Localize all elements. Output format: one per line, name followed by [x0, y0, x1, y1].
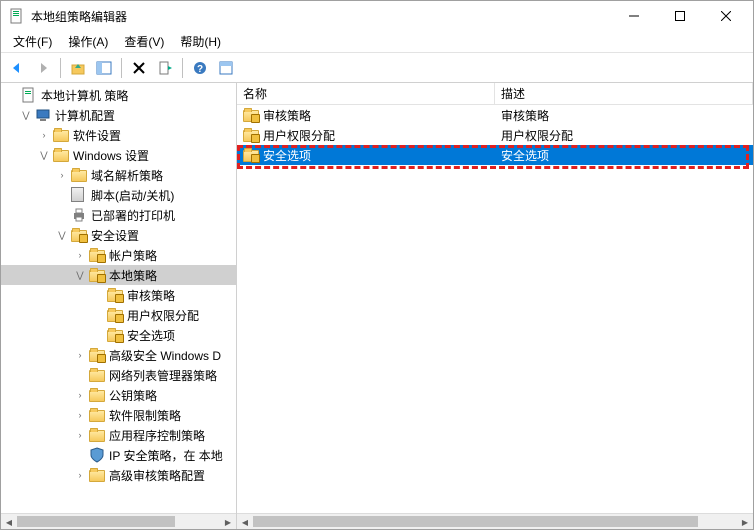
folder-icon — [89, 430, 105, 442]
list-row[interactable]: 用户权限分配 用户权限分配 — [237, 125, 753, 145]
folder-lock-icon — [107, 330, 123, 342]
tree-user-rights[interactable]: 用户权限分配 — [1, 305, 236, 325]
folder-icon — [89, 390, 105, 402]
folder-icon — [53, 150, 69, 162]
menu-help[interactable]: 帮助(H) — [172, 31, 229, 52]
folder-icon — [89, 370, 105, 382]
tree-ip-security[interactable]: IP 安全策略，在 本地 — [1, 445, 236, 465]
toolbar-separator — [60, 58, 61, 78]
maximize-button[interactable] — [657, 1, 703, 31]
menu-action[interactable]: 操作(A) — [60, 31, 116, 52]
tree-security-options[interactable]: 安全选项 — [1, 325, 236, 345]
folder-icon — [71, 170, 87, 182]
folder-lock-icon — [243, 110, 259, 122]
app-icon — [9, 8, 25, 24]
folder-lock-icon — [243, 150, 259, 162]
export-list-button[interactable] — [153, 56, 177, 80]
list-horizontal-scrollbar[interactable]: ◀ ▶ — [237, 513, 753, 529]
menubar: 文件(F) 操作(A) 查看(V) 帮助(H) — [1, 31, 753, 53]
window-title: 本地组策略编辑器 — [31, 8, 611, 25]
folder-lock-icon — [71, 230, 87, 242]
tree-software-settings[interactable]: ›软件设置 — [1, 125, 236, 145]
tree-name-resolution[interactable]: ›域名解析策略 — [1, 165, 236, 185]
minimize-button[interactable] — [611, 1, 657, 31]
shield-icon — [89, 447, 105, 463]
expand-icon[interactable]: › — [73, 428, 87, 442]
content-area: 本地计算机 策略 ⋁计算机配置 ›软件设置 ⋁Windows 设置 ›域名解析策… — [1, 83, 753, 529]
list-row[interactable]: 安全选项 安全选项 — [237, 145, 753, 165]
tree-horizontal-scrollbar[interactable]: ◀ ▶ — [1, 513, 236, 529]
expand-icon[interactable]: › — [73, 248, 87, 262]
list-body: 审核策略 审核策略 用户权限分配 用户权限分配 安全选项 安全选项 — [237, 105, 753, 165]
tree-computer-config[interactable]: ⋁计算机配置 — [1, 105, 236, 125]
up-button[interactable] — [66, 56, 90, 80]
folder-icon — [89, 470, 105, 482]
list-row[interactable]: 审核策略 审核策略 — [237, 105, 753, 125]
close-button[interactable] — [703, 1, 749, 31]
list-panel: 名称 描述 审核策略 审核策略 用户权限分配 用户权限分配 安全选项 安全选项 … — [237, 83, 753, 529]
menu-view[interactable]: 查看(V) — [116, 31, 172, 52]
tree-deployed-printers[interactable]: 已部署的打印机 — [1, 205, 236, 225]
collapse-icon[interactable]: ⋁ — [55, 228, 69, 242]
svg-text:?: ? — [197, 64, 203, 75]
titlebar: 本地组策略编辑器 — [1, 1, 753, 31]
column-description-header[interactable]: 描述 — [495, 83, 753, 104]
expand-icon[interactable]: › — [55, 168, 69, 182]
expand-icon[interactable]: › — [73, 348, 87, 362]
expand-icon[interactable]: › — [37, 128, 51, 142]
scroll-left-icon[interactable]: ◀ — [1, 514, 17, 529]
expand-icon[interactable]: › — [73, 408, 87, 422]
tree-advanced-windows[interactable]: ›高级安全 Windows D — [1, 345, 236, 365]
back-button[interactable] — [5, 56, 29, 80]
expand-icon[interactable]: › — [73, 468, 87, 482]
tree-account-policies[interactable]: ›帐户策略 — [1, 245, 236, 265]
collapse-icon[interactable]: ⋁ — [37, 148, 51, 162]
folder-lock-icon — [107, 290, 123, 302]
column-name-header[interactable]: 名称 — [237, 83, 495, 104]
folder-icon — [53, 130, 69, 142]
tree-network-list-mgr[interactable]: 网络列表管理器策略 — [1, 365, 236, 385]
folder-lock-icon — [89, 270, 105, 282]
folder-lock-icon — [243, 130, 259, 142]
collapse-icon[interactable]: ⋁ — [19, 108, 33, 122]
tree-software-restriction[interactable]: ›软件限制策略 — [1, 405, 236, 425]
scroll-right-icon[interactable]: ▶ — [737, 514, 753, 529]
scroll-left-icon[interactable]: ◀ — [237, 514, 253, 529]
folder-lock-icon — [89, 350, 105, 362]
forward-button[interactable] — [31, 56, 55, 80]
list-header: 名称 描述 — [237, 83, 753, 105]
menu-file[interactable]: 文件(F) — [5, 31, 60, 52]
scroll-right-icon[interactable]: ▶ — [220, 514, 236, 529]
policy-icon — [21, 87, 37, 103]
tree-scripts[interactable]: 脚本(启动/关机) — [1, 185, 236, 205]
script-icon — [71, 187, 87, 203]
toolbar-separator — [182, 58, 183, 78]
delete-button[interactable] — [127, 56, 151, 80]
tree-security-settings[interactable]: ⋁安全设置 — [1, 225, 236, 245]
properties-button[interactable] — [214, 56, 238, 80]
toolbar: ? — [1, 53, 753, 83]
tree-windows-settings[interactable]: ⋁Windows 设置 — [1, 145, 236, 165]
help-button[interactable]: ? — [188, 56, 212, 80]
tree-advanced-audit[interactable]: ›高级审核策略配置 — [1, 465, 236, 485]
folder-lock-icon — [107, 310, 123, 322]
tree-public-key[interactable]: ›公钥策略 — [1, 385, 236, 405]
tree-root[interactable]: 本地计算机 策略 — [1, 85, 236, 105]
tree-audit-policy[interactable]: 审核策略 — [1, 285, 236, 305]
folder-icon — [89, 410, 105, 422]
tree-app-control[interactable]: ›应用程序控制策略 — [1, 425, 236, 445]
tree-panel[interactable]: 本地计算机 策略 ⋁计算机配置 ›软件设置 ⋁Windows 设置 ›域名解析策… — [1, 83, 237, 529]
expand-icon[interactable]: › — [73, 388, 87, 402]
folder-lock-icon — [89, 250, 105, 262]
tree-local-policies[interactable]: ⋁本地策略 — [1, 265, 236, 285]
computer-icon — [35, 107, 51, 123]
show-hide-console-tree-button[interactable] — [92, 56, 116, 80]
collapse-icon[interactable]: ⋁ — [73, 268, 87, 282]
toolbar-separator — [121, 58, 122, 78]
printer-icon — [71, 207, 87, 223]
